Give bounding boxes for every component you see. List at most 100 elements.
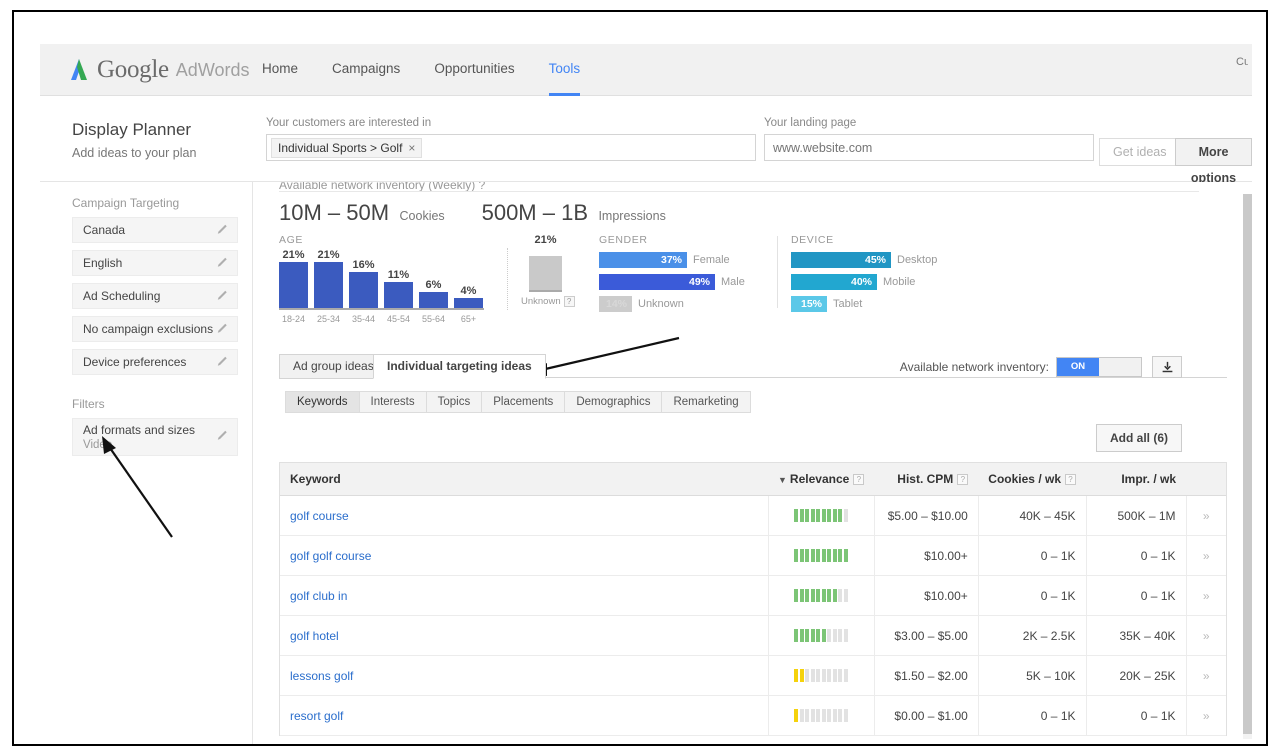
cell-expand-chevron[interactable]: » [1185,495,1226,536]
nav-item-opportunities[interactable]: Opportunities [434,44,514,96]
google-wordmark: Google [97,56,169,83]
relevance-segment [827,709,832,722]
help-icon[interactable]: ? [563,296,575,307]
relevance-segment [810,709,815,722]
adwords-triangle-icon [71,59,87,80]
age-bar-col: 16% [349,259,378,308]
relevance-bar [779,509,864,522]
interests-input[interactable]: Individual Sports > Golf × [266,134,756,161]
subtab-interests[interactable]: Interests [360,392,427,412]
adwords-logo[interactable]: Google AdWords [68,57,250,83]
col-header-actions [1186,463,1226,496]
cell-keyword[interactable]: lessons golf [280,655,768,696]
cell-relevance [767,615,875,656]
inventory-toggle[interactable]: ON [1056,357,1142,377]
download-button[interactable] [1152,356,1182,378]
interest-chip-label: Individual Sports > Golf [278,140,403,155]
pencil-icon[interactable] [217,430,229,442]
landing-page-input[interactable] [764,134,1094,161]
relevance-segment [843,629,848,642]
cell-expand-chevron[interactable]: » [1185,615,1226,656]
age-bar [384,282,413,308]
keyword-ideas-table: Keyword ▼ Relevance? Hist. CPM? Cookies /… [280,463,1226,736]
help-icon[interactable]: ? [853,474,865,485]
device-bar-tablet: 15% [791,296,827,312]
nav-item-campaigns[interactable]: Campaigns [332,44,400,96]
table-row: golf hotel $3.00 – $5.00 2K – 2.5K 35K – 40… [280,615,1226,656]
age-unknown-bar [529,256,562,290]
tab-individual-targeting-ideas[interactable]: Individual targeting ideas [373,354,546,379]
sidebar-item-canada[interactable]: Canada [72,217,238,243]
cell-cookies-wk: 0 – 1K [977,575,1086,616]
vertical-scrollbar[interactable] [1243,194,1252,739]
cell-keyword[interactable]: golf hotel [280,615,768,656]
gender-device-divider [777,236,778,308]
cell-keyword[interactable]: golf club in [280,575,768,616]
pencil-icon[interactable] [217,290,229,302]
table-header-row: Keyword ▼ Relevance? Hist. CPM? Cookies /… [280,463,1226,496]
toggle-on-state[interactable]: ON [1057,358,1099,376]
cell-relevance [767,495,875,536]
sidebar-item-english[interactable]: English [72,250,238,276]
subtab-placements[interactable]: Placements [482,392,566,412]
inventory-toggle-group: Available network inventory: ON [900,356,1182,378]
sidebar-item-ad-formats-and-sizes[interactable]: Ad formats and sizes Video [72,418,238,456]
col-header-keyword[interactable]: Keyword [280,463,768,496]
scrollbar-thumb[interactable] [1243,194,1252,734]
age-bar [454,298,483,308]
cell-cookies-wk: 40K – 45K [977,495,1086,536]
age-axis-tick: 45-54 [386,314,411,324]
relevance-segment [821,629,826,642]
toggle-off-state[interactable] [1099,358,1141,376]
sort-desc-icon[interactable]: ▼ [778,475,787,485]
device-bar-row: 40% Mobile [791,274,991,290]
cell-expand-chevron[interactable]: » [1185,655,1226,696]
cell-keyword[interactable]: golf course [280,495,768,536]
subtab-remarketing[interactable]: Remarketing [662,392,749,412]
col-header-hist-cpm[interactable]: Hist. CPM? [874,463,979,496]
cell-keyword[interactable]: resort golf [280,695,768,736]
subtab-keywords[interactable]: Keywords [286,392,360,412]
relevance-segment [816,549,821,562]
nav-item-tools[interactable]: Tools [548,44,580,96]
get-ideas-button[interactable]: Get ideas [1099,138,1181,166]
subtab-demographics[interactable]: Demographics [565,392,663,412]
cell-keyword[interactable]: golf golf course [280,535,768,576]
relevance-segment [832,589,837,602]
sidebar-item-campaign-exclusions[interactable]: No campaign exclusions [72,316,238,342]
relevance-segment [843,709,848,722]
cell-impr-wk: 35K – 40K [1085,615,1186,656]
col-header-relevance[interactable]: ▼ Relevance? [768,463,875,496]
tab-ad-group-ideas[interactable]: Ad group ideas [279,354,388,379]
sidebar-item-ad-scheduling[interactable]: Ad Scheduling [72,283,238,309]
cell-expand-chevron[interactable]: » [1185,695,1226,736]
relevance-segment [810,589,815,602]
help-icon[interactable]: ? [1065,474,1076,485]
more-options-button[interactable]: More options [1175,138,1252,185]
age-bar [314,262,343,308]
cell-expand-chevron[interactable]: » [1185,575,1226,616]
col-header-cookies-wk[interactable]: Cookies / wk? [978,463,1086,496]
subtab-topics[interactable]: Topics [427,392,483,412]
pencil-icon[interactable] [217,356,229,368]
nav-item-home[interactable]: Home [262,44,298,96]
close-icon[interactable]: × [408,141,415,155]
relevance-segment [805,669,810,682]
age-bar-col: 4% [454,285,483,308]
help-icon[interactable]: ? [957,474,969,485]
add-all-button[interactable]: Add all (6) [1095,424,1182,452]
age-bar-value: 21% [317,249,340,261]
relevance-segment [816,709,821,722]
sidebar-item-sublabel: Video [83,439,113,451]
campaign-targeting-title: Campaign Targeting [72,196,180,210]
sidebar-item-device-preferences[interactable]: Device preferences [72,349,238,375]
cell-expand-chevron[interactable]: » [1185,535,1226,576]
age-bar [279,262,308,308]
interest-chip[interactable]: Individual Sports > Golf × [271,137,423,158]
pencil-icon[interactable] [217,257,229,269]
relevance-segment [821,509,826,522]
col-header-impr-wk[interactable]: Impr. / wk [1086,463,1186,496]
pencil-icon[interactable] [217,224,229,236]
pencil-icon[interactable] [217,323,229,335]
age-bar-col: 11% [384,269,413,308]
